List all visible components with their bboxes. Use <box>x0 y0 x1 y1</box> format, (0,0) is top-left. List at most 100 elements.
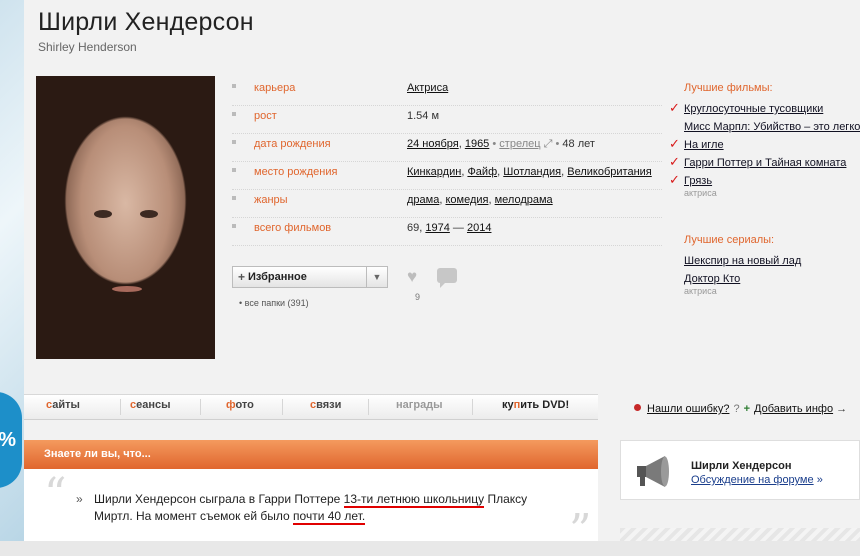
tab-label: ку <box>502 399 514 411</box>
forum-arrow: » <box>816 474 823 486</box>
header: Ширли Хендерсон Shirley Henderson <box>38 8 254 54</box>
info-row-birth-place: место рождения Кинкардин, Файф, Шотланди… <box>232 162 662 190</box>
comment-icon[interactable] <box>437 268 457 288</box>
best-film-link[interactable]: Грязь <box>684 175 712 187</box>
photo-detail <box>112 286 142 292</box>
report-error-link[interactable]: Нашли ошибку? <box>647 403 729 415</box>
likes-count: 9 <box>415 292 421 302</box>
tab-divider <box>120 399 121 415</box>
forum-link[interactable]: Обсуждение на форуме <box>691 474 814 486</box>
best-series-link[interactable]: Доктор Кто <box>684 273 740 285</box>
best-film-link[interactable]: Гарри Поттер и Тайная комната <box>684 157 846 169</box>
sagittarius-icon: ⤢ <box>543 138 553 150</box>
heart-icon[interactable]: ♥ <box>407 268 417 286</box>
films-count: 69 <box>407 222 420 234</box>
info-table: карьера Актриса рост 1.54 м дата рождени… <box>232 78 662 246</box>
best-series-item: Доктор Кто <box>684 273 860 285</box>
quote-close-icon: ” <box>569 505 592 556</box>
genre-link[interactable]: драма <box>407 194 439 206</box>
genre-link[interactable]: комедия <box>445 194 488 206</box>
did-you-know-heading: Знаете ли вы, что... <box>44 448 151 460</box>
best-film-link[interactable]: Круглосуточные тусовщики <box>684 103 823 115</box>
genre-link[interactable]: мелодрама <box>495 194 553 206</box>
height-value: 1.54 м <box>407 110 440 122</box>
info-row-height: рост 1.54 м <box>232 106 662 134</box>
career-label: карьера <box>254 82 296 94</box>
tab-buy-dvd[interactable]: купить DVD! <box>502 399 569 411</box>
place-link[interactable]: Шотландия <box>503 166 561 178</box>
best-film-item: Мисс Марпл: Убийство – это легко! <box>684 121 860 133</box>
row-bullet <box>232 224 236 228</box>
promo-badge-text: % <box>0 429 16 452</box>
check-mark-icon: ✓ <box>669 172 680 187</box>
background-strip: % <box>0 0 24 541</box>
info-row-birth-date: дата рождения 24 ноября, 1965 • стрелец … <box>232 134 662 162</box>
all-folders-link[interactable]: • все папки (391) <box>239 298 309 308</box>
birth-year-link[interactable]: 1965 <box>465 138 489 150</box>
megaphone-icon <box>637 456 669 487</box>
role-note: актриса <box>684 188 717 198</box>
birth-day-link[interactable]: 24 ноября <box>407 138 459 150</box>
best-film-link[interactable]: На игле <box>684 139 724 151</box>
page: % Ширли Хендерсон Shirley Henderson карь… <box>0 0 860 553</box>
fact-highlight: 13-ти летнюю школьницу <box>343 492 485 508</box>
row-bullet <box>232 112 236 116</box>
zodiac-link[interactable]: стрелец <box>499 138 540 150</box>
tab-label: ить DVD! <box>520 399 570 411</box>
error-icon <box>634 404 641 411</box>
actor-photo[interactable] <box>36 76 215 359</box>
tab-sites[interactable]: сайты <box>46 399 80 411</box>
plus-icon: + <box>743 403 751 415</box>
birth-date-value: 24 ноября, 1965 • стрелец ⤢ • 48 лет <box>407 138 595 150</box>
fact-part: Ширли Хендерсон сыграла в Гарри Поттере <box>94 492 344 506</box>
favorites-label: Избранное <box>248 271 307 283</box>
career-value: Актриса <box>407 79 448 97</box>
birth-date-label: дата рождения <box>254 138 331 150</box>
did-you-know-header: Знаете ли вы, что... <box>24 440 598 469</box>
arrow-right-icon: → <box>836 403 848 415</box>
favorites-dropdown[interactable]: + Избранное ▼ <box>232 266 388 288</box>
tab-label: еансы <box>136 399 171 411</box>
separator: ? <box>733 403 740 415</box>
info-row-total-films: всего фильмов 69, 1974 — 2014 <box>232 218 662 246</box>
row-bullet <box>232 84 236 88</box>
best-film-item: ✓ Грязь <box>669 173 860 187</box>
forum-name: Ширли Хендерсон <box>691 460 792 472</box>
place-link[interactable]: Великобритания <box>567 166 651 178</box>
actions-bar: Нашли ошибку?? + Добавить инфо → <box>634 403 847 415</box>
photo-shading <box>36 76 215 359</box>
career-link[interactable]: Актриса <box>407 82 448 94</box>
promo-badge[interactable]: % <box>0 392 22 488</box>
info-row-career: карьера Актриса <box>232 78 662 106</box>
tab-photo[interactable]: фото <box>226 399 254 411</box>
place-link[interactable]: Кинкардин <box>407 166 461 178</box>
place-link[interactable]: Файф <box>467 166 497 178</box>
tab-awards[interactable]: награды <box>396 399 443 411</box>
forum-link-row: Обсуждение на форуме » <box>691 474 823 486</box>
tab-divider <box>282 399 283 415</box>
tab-connections[interactable]: связи <box>310 399 341 411</box>
films-from-link[interactable]: 1974 <box>425 222 449 234</box>
info-row-genres: жанры драма, комедия, мелодрама <box>232 190 662 218</box>
height-label: рост <box>254 110 277 122</box>
all-folders-text: все папки (391) <box>244 298 309 308</box>
forum-box: Ширли Хендерсон Обсуждение на форуме » <box>620 440 860 500</box>
photo-detail <box>94 210 112 218</box>
tab-label: вязи <box>316 399 342 411</box>
role-note: актриса <box>684 286 717 296</box>
fact-text: » Ширли Хендерсон сыграла в Гарри Поттере… <box>76 491 534 525</box>
add-info-link[interactable]: Добавить инфо <box>754 403 833 415</box>
total-films-value: 69, 1974 — 2014 <box>407 222 492 234</box>
row-bullet <box>232 196 236 200</box>
best-series-link[interactable]: Шекспир на новый лад <box>684 255 801 267</box>
tab-label: ото <box>235 399 254 411</box>
films-to-link[interactable]: 2014 <box>467 222 491 234</box>
tab-divider <box>200 399 201 415</box>
best-film-link[interactable]: Мисс Марпл: Убийство – это легко! <box>684 121 860 133</box>
chevron-down-icon[interactable]: ▼ <box>366 267 387 287</box>
genres-value: драма, комедия, мелодрама <box>407 194 553 206</box>
tab-showtimes[interactable]: сеансы <box>130 399 171 411</box>
fact-highlight: почти 40 лет. <box>293 509 366 525</box>
total-films-label: всего фильмов <box>254 222 332 234</box>
genres-label: жанры <box>254 194 288 206</box>
